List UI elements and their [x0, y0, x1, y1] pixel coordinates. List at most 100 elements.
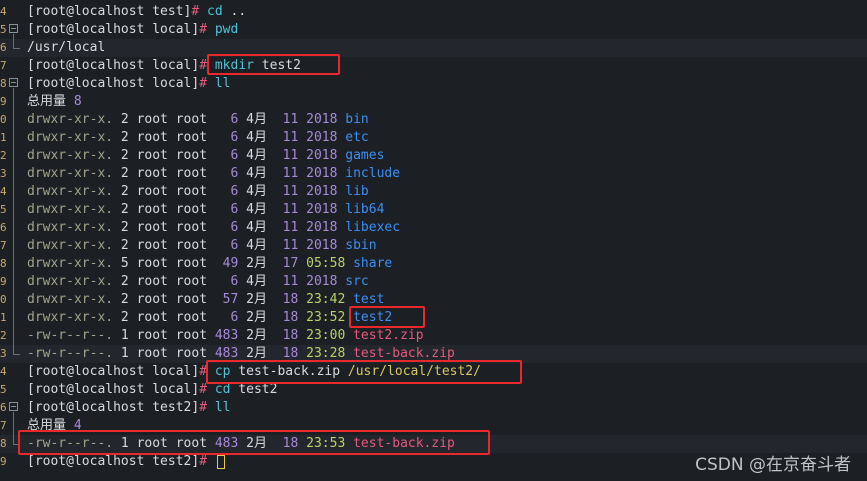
time-or-year: 23:42 [306, 292, 354, 307]
owner-group: root root [136, 346, 215, 361]
month: 2月 [246, 292, 275, 307]
link-count: 2 [120, 130, 137, 145]
line-number: 5 [0, 383, 7, 396]
month: 4月 [246, 112, 275, 127]
line-number: 6 [0, 221, 7, 234]
line-number: 3 [0, 167, 7, 180]
month: 4月 [246, 220, 275, 235]
command-name: cd [207, 4, 223, 19]
month: 4月 [246, 202, 275, 217]
owner-group: root root [136, 238, 215, 253]
file-size: 6 [214, 220, 247, 235]
fold-guide [13, 88, 14, 354]
month: 4月 [246, 166, 275, 181]
command-text: pwd [214, 22, 239, 37]
list-entry: 6 drwxr-xr-x. 2 root root 6 4月 11 2018 li… [0, 219, 867, 237]
day: 11 [274, 130, 307, 145]
time-or-year: 2018 [306, 148, 346, 163]
line-text: drwxr-xr-x. 2 root root 6 4月 11 2018 lib… [27, 201, 384, 219]
command-text: ll [214, 400, 231, 415]
link-count: 2 [120, 184, 137, 199]
day: 11 [274, 112, 307, 127]
line-text: -rw-r--r--. 1 root root 483 2月 18 23:00 … [27, 327, 424, 345]
file-name: share [353, 256, 393, 271]
file-name: bin [345, 112, 369, 127]
line-number: 5 [0, 203, 7, 216]
prompt-user: [root@localhost local] [27, 76, 200, 91]
prompt-symbol: # [199, 76, 215, 91]
line-text: [root@localhost local]# pwd [27, 21, 238, 39]
month: 2月 [246, 256, 275, 271]
owner-group: root root [136, 256, 215, 271]
fold-toggle-icon[interactable] [9, 24, 18, 33]
file-size: 483 [214, 346, 247, 361]
owner-group: root root [136, 310, 215, 325]
day: 11 [274, 202, 307, 217]
prompt-line: 5 [root@localhost local]# pwd [0, 21, 867, 39]
line-number: 2 [0, 149, 7, 162]
permissions: -rw-r--r--. [27, 328, 121, 343]
file-name: include [345, 166, 401, 181]
line-number: 7 [0, 419, 7, 432]
file-name: libexec [345, 220, 401, 235]
month: 4月 [246, 148, 275, 163]
fold-guide-end [13, 48, 20, 49]
link-count: 2 [120, 238, 137, 253]
month: 2月 [246, 310, 275, 325]
file-size: 6 [214, 184, 247, 199]
total-label: 总用量 [27, 94, 74, 109]
link-count: 2 [120, 202, 137, 217]
line-text: drwxr-xr-x. 2 root root 6 4月 11 2018 sbi… [27, 237, 377, 255]
prompt-line: 6 [root@localhost test2]# ll [0, 399, 867, 417]
permissions: drwxr-xr-x. [27, 274, 121, 289]
line-text: /usr/local [27, 39, 105, 57]
file-size: 6 [214, 310, 247, 325]
line-text: drwxr-xr-x. 2 root root 6 4月 11 2018 src [27, 273, 369, 291]
line-number: 1 [0, 131, 7, 144]
time-or-year: 2018 [306, 166, 346, 181]
owner-group: root root [136, 112, 215, 127]
list-entry: 4 drwxr-xr-x. 2 root root 6 4月 11 2018 li… [0, 183, 867, 201]
owner-group: root root [136, 166, 215, 181]
owner-group: root root [136, 274, 215, 289]
day: 11 [274, 166, 307, 181]
link-count: 1 [120, 328, 137, 343]
prompt-user: [root@localhost test2] [27, 454, 200, 469]
file-size: 6 [214, 202, 247, 217]
terminal-window[interactable]: 4 [root@localhost test]# cd .. 5 [root@loca… [0, 0, 867, 481]
fold-toggle-icon[interactable] [9, 402, 18, 411]
link-count: 5 [120, 256, 137, 271]
line-number: 3 [0, 347, 7, 360]
line-text: drwxr-xr-x. 5 root root 49 2月 17 05:58 s… [27, 255, 392, 273]
list-entry: 7 drwxr-xr-x. 2 root root 6 4月 11 2018 sb… [0, 237, 867, 255]
command-arg: test2 [230, 382, 278, 397]
day: 11 [274, 274, 307, 289]
highlight-copied-file [18, 430, 490, 455]
file-name: sbin [345, 238, 377, 253]
file-name: lib [345, 184, 369, 199]
prompt-line: 7 [root@localhost local]# mkdir test2 [0, 57, 867, 75]
line-text: drwxr-xr-x. 2 root root 6 4月 11 2018 lib… [27, 219, 400, 237]
link-count: 2 [120, 274, 137, 289]
fold-toggle-icon[interactable] [9, 78, 18, 87]
owner-group: root root [136, 130, 215, 145]
permissions: drwxr-xr-x. [27, 112, 121, 127]
file-name: etc [345, 130, 369, 145]
permissions: drwxr-xr-x. [27, 310, 121, 325]
total-count: 8 [73, 94, 82, 109]
owner-group: root root [136, 292, 215, 307]
list-entry: 0 drwxr-xr-x. 2 root root 6 4月 11 2018 bi… [0, 111, 867, 129]
line-number: 2 [0, 329, 7, 342]
time-or-year: 2018 [306, 202, 346, 217]
day: 17 [274, 256, 307, 271]
day: 18 [274, 328, 307, 343]
line-number: 4 [0, 5, 7, 18]
prompt-user: [root@localhost local] [27, 364, 200, 379]
day: 11 [274, 220, 307, 235]
highlight-mkdir-command [207, 54, 340, 75]
permissions: drwxr-xr-x. [27, 238, 121, 253]
line-number: 4 [0, 185, 7, 198]
file-name: test-back.zip [353, 346, 455, 361]
file-size: 6 [214, 274, 247, 289]
month: 4月 [246, 130, 275, 145]
